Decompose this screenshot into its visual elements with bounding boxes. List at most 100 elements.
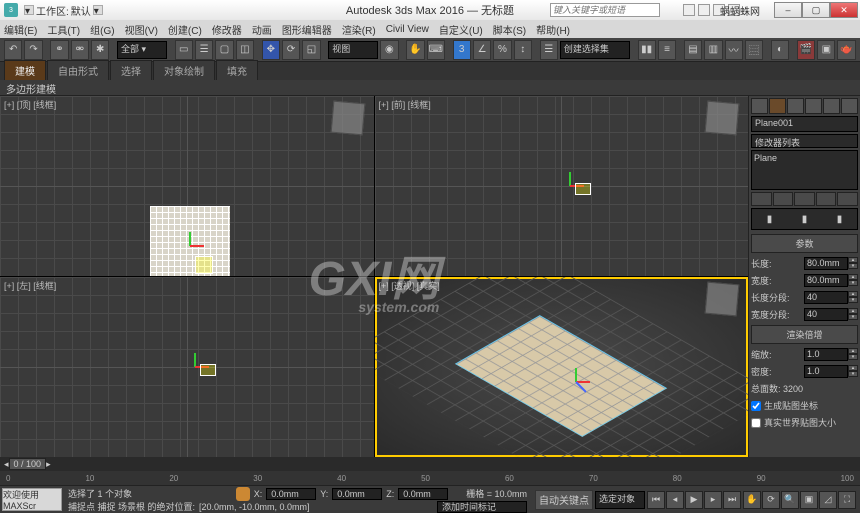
- mirror-button[interactable]: ▮▮: [638, 40, 656, 60]
- viewport-front[interactable]: [+] [前] [线框]: [375, 96, 749, 276]
- goto-start-icon[interactable]: ⏮: [647, 491, 665, 509]
- manipulate-button[interactable]: ✋: [406, 40, 424, 60]
- rotate-button[interactable]: ⟳: [282, 40, 300, 60]
- align-button[interactable]: ≡: [658, 40, 676, 60]
- menu-dropdown-icon[interactable]: ▾: [24, 5, 34, 15]
- next-key-icon[interactable]: ▸: [46, 459, 51, 470]
- slot-icon[interactable]: ▮: [837, 214, 843, 225]
- toggle-ribbon-button[interactable]: ▥: [704, 40, 722, 60]
- pivot-center-button[interactable]: ◉: [380, 40, 398, 60]
- viewport-label-persp[interactable]: [+] [透视] [真实]: [379, 279, 440, 292]
- menu-group[interactable]: 组(G): [90, 22, 114, 37]
- density-input[interactable]: [804, 365, 848, 378]
- menu-grapheditor[interactable]: 图形编辑器: [282, 22, 332, 37]
- menu-create[interactable]: 创建(C): [168, 22, 202, 37]
- next-frame-icon[interactable]: ▸: [704, 491, 722, 509]
- search-icon[interactable]: [683, 4, 695, 16]
- configure-sets-icon[interactable]: [837, 192, 858, 206]
- layer-explorer-button[interactable]: ▤: [684, 40, 702, 60]
- y-coord-field[interactable]: 0.0mm: [332, 488, 382, 500]
- make-unique-icon[interactable]: [794, 192, 815, 206]
- workspace-dropdown-icon[interactable]: ▾: [93, 5, 103, 15]
- select-by-name-button[interactable]: ☰: [195, 40, 213, 60]
- menu-edit[interactable]: 编辑(E): [4, 22, 37, 37]
- object-name-field[interactable]: Plane001: [751, 116, 858, 132]
- time-tag-field[interactable]: 添加时间标记: [437, 501, 527, 513]
- play-icon[interactable]: ▶: [685, 491, 703, 509]
- x-coord-field[interactable]: 0.0mm: [266, 488, 316, 500]
- selection-filter[interactable]: 全部 ▾: [117, 41, 167, 59]
- named-selection-dropdown[interactable]: 创建选择集: [560, 41, 630, 59]
- ribbon-tab-objectpaint[interactable]: 对象绘制: [153, 60, 215, 80]
- viewcube-icon[interactable]: [705, 282, 740, 317]
- spinner-snap-button[interactable]: ↕: [514, 40, 532, 60]
- menu-help[interactable]: 帮助(H): [536, 22, 570, 37]
- viewport-label-front[interactable]: [+] [前] [线框]: [379, 98, 431, 111]
- stack-item-plane[interactable]: Plane: [754, 153, 855, 163]
- menu-tools[interactable]: 工具(T): [47, 22, 80, 37]
- unlink-button[interactable]: ⚮: [71, 40, 89, 60]
- menu-render[interactable]: 渲染(R): [342, 22, 376, 37]
- autokey-button[interactable]: 自动关键点: [535, 490, 593, 510]
- realworld-checkbox[interactable]: [751, 418, 761, 428]
- signin-icon[interactable]: [698, 4, 710, 16]
- rollup-render-multipliers[interactable]: 渲染倍增: [751, 325, 858, 344]
- render-frame-button[interactable]: ▣: [817, 40, 835, 60]
- fov-icon[interactable]: ◿: [819, 491, 837, 509]
- render-setup-button[interactable]: 🎬: [797, 40, 815, 60]
- scale-button[interactable]: ◱: [302, 40, 320, 60]
- zoom-icon[interactable]: 🔍: [781, 491, 799, 509]
- rollup-parameters[interactable]: 参数: [751, 234, 858, 253]
- viewport-label-left[interactable]: [+] [左] [线框]: [4, 279, 56, 292]
- motion-tab-icon[interactable]: [805, 98, 822, 114]
- modify-tab-icon[interactable]: [769, 98, 786, 114]
- prev-frame-icon[interactable]: ◂: [666, 491, 684, 509]
- goto-end-icon[interactable]: ⏭: [723, 491, 741, 509]
- menu-customize[interactable]: 自定义(U): [439, 22, 483, 37]
- ribbon-tab-selection[interactable]: 选择: [110, 60, 152, 80]
- close-button[interactable]: ✕: [830, 2, 858, 18]
- search-input[interactable]: [550, 3, 660, 17]
- slot-icon[interactable]: ▮: [767, 214, 773, 225]
- realworld-check[interactable]: 真实世界贴图大小: [751, 416, 858, 429]
- schematic-view-button[interactable]: ⿳: [745, 40, 763, 60]
- remove-modifier-icon[interactable]: [816, 192, 837, 206]
- scale-input[interactable]: [804, 348, 848, 361]
- redo-button[interactable]: ↷: [24, 40, 42, 60]
- named-selection-button[interactable]: ☰: [540, 40, 558, 60]
- maximize-button[interactable]: ▢: [802, 2, 830, 18]
- time-slider-handle[interactable]: 0 / 100: [9, 458, 47, 470]
- select-region-button[interactable]: ▢: [215, 40, 233, 60]
- ribbon-tab-populate[interactable]: 填充: [216, 60, 258, 80]
- wsegs-input[interactable]: [804, 308, 848, 321]
- minimize-button[interactable]: –: [774, 2, 802, 18]
- viewcube-icon[interactable]: [330, 101, 365, 136]
- ref-coord-system[interactable]: 视图: [328, 41, 378, 59]
- viewport-top[interactable]: [+] [顶] [线框]: [0, 96, 374, 276]
- ribbon-tab-modeling[interactable]: 建模: [4, 60, 46, 80]
- width-input[interactable]: [804, 274, 848, 287]
- display-tab-icon[interactable]: [823, 98, 840, 114]
- menu-script[interactable]: 脚本(S): [493, 22, 526, 37]
- menu-animation[interactable]: 动画: [252, 22, 272, 37]
- link-button[interactable]: ⚭: [50, 40, 68, 60]
- bind-spacewarp-button[interactable]: ✱: [91, 40, 109, 60]
- create-tab-icon[interactable]: [751, 98, 768, 114]
- select-object-button[interactable]: ▭: [175, 40, 193, 60]
- spinner-down-icon[interactable]: ▾: [848, 263, 858, 269]
- viewport-left[interactable]: [+] [左] [线框]: [0, 277, 374, 457]
- user-name[interactable]: 蜗蜗蛛网: [720, 3, 760, 18]
- lsegs-input[interactable]: [804, 291, 848, 304]
- material-editor-button[interactable]: ◐: [771, 40, 789, 60]
- render-button[interactable]: 🫖: [837, 40, 855, 60]
- viewport-label-top[interactable]: [+] [顶] [线框]: [4, 98, 56, 111]
- viewport-perspective[interactable]: [+] [透视] [真实]: [375, 277, 749, 457]
- undo-button[interactable]: ↶: [4, 40, 22, 60]
- menu-view[interactable]: 视图(V): [125, 22, 158, 37]
- time-slider[interactable]: ◂ 0 / 100 ▸: [0, 457, 860, 471]
- show-end-result-icon[interactable]: [773, 192, 794, 206]
- angle-snap-button[interactable]: ∠: [473, 40, 491, 60]
- keyboard-shortcut-button[interactable]: ⌨: [427, 40, 445, 60]
- pin-stack-icon[interactable]: [751, 192, 772, 206]
- curve-editor-button[interactable]: 〰: [725, 40, 743, 60]
